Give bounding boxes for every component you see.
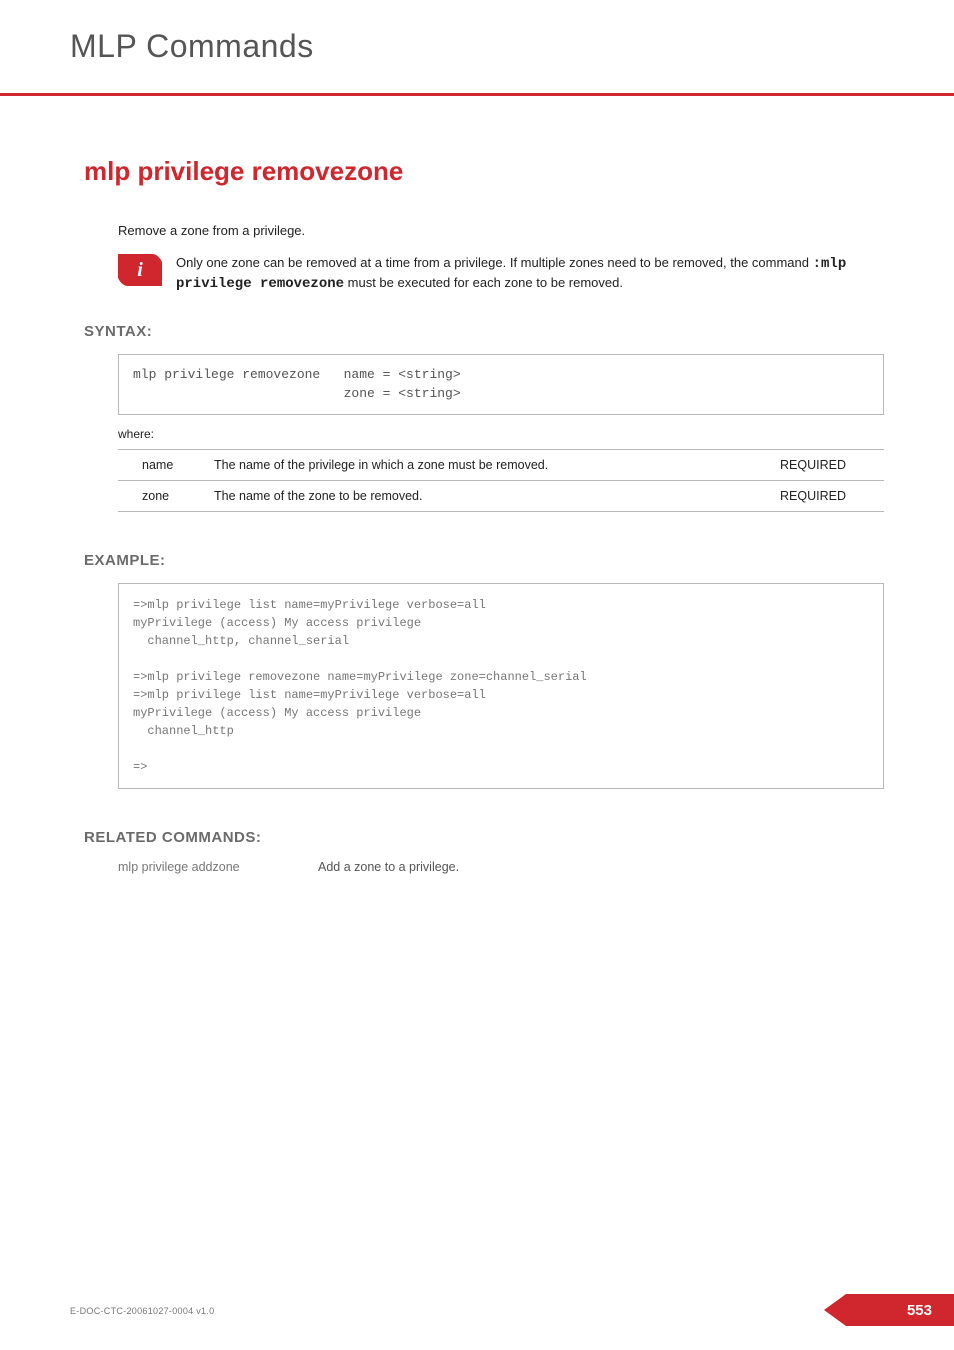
doc-reference: E-DOC-CTC-20061027-0004 v1.0	[70, 1306, 214, 1316]
example-heading: EXAMPLE:	[84, 552, 884, 569]
param-table: name The name of the privilege in which …	[118, 449, 884, 512]
info-note-pre: Only one zone can be removed at a time f…	[176, 255, 813, 270]
page-number-badge: 553	[824, 1294, 954, 1326]
param-req: REQUIRED	[774, 449, 884, 480]
param-name: name	[118, 449, 208, 480]
table-row: zone The name of the zone to be removed.…	[118, 480, 884, 511]
info-icon: i	[118, 254, 162, 286]
syntax-box: mlp privilege removezone name = <string>…	[118, 354, 884, 415]
syntax-heading: SYNTAX:	[84, 323, 884, 340]
related-heading: RELATED COMMANDS:	[84, 829, 884, 846]
where-label: where:	[118, 427, 884, 441]
svg-text:i: i	[137, 259, 143, 281]
param-req: REQUIRED	[774, 480, 884, 511]
param-name: zone	[118, 480, 208, 511]
related-command-name: mlp privilege addzone	[118, 860, 278, 874]
info-note-text: Only one zone can be removed at a time f…	[176, 254, 884, 295]
info-note-post: must be executed for each zone to be rem…	[344, 275, 623, 290]
example-box: =>mlp privilege list name=myPrivilege ve…	[118, 583, 884, 789]
intro-text: Remove a zone from a privilege.	[118, 223, 884, 238]
related-command-desc: Add a zone to a privilege.	[318, 860, 459, 874]
chapter-title: MLP Commands	[70, 28, 884, 65]
table-row: name The name of the privilege in which …	[118, 449, 884, 480]
related-row: mlp privilege addzone Add a zone to a pr…	[118, 860, 884, 874]
param-desc: The name of the privilege in which a zon…	[208, 449, 774, 480]
page-number: 553	[907, 1302, 932, 1319]
page-footer: E-DOC-CTC-20061027-0004 v1.0 553	[70, 1306, 954, 1316]
info-note: i Only one zone can be removed at a time…	[118, 254, 884, 295]
param-desc: The name of the zone to be removed.	[208, 480, 774, 511]
section-title: mlp privilege removezone	[84, 156, 884, 187]
header-divider	[0, 93, 954, 96]
